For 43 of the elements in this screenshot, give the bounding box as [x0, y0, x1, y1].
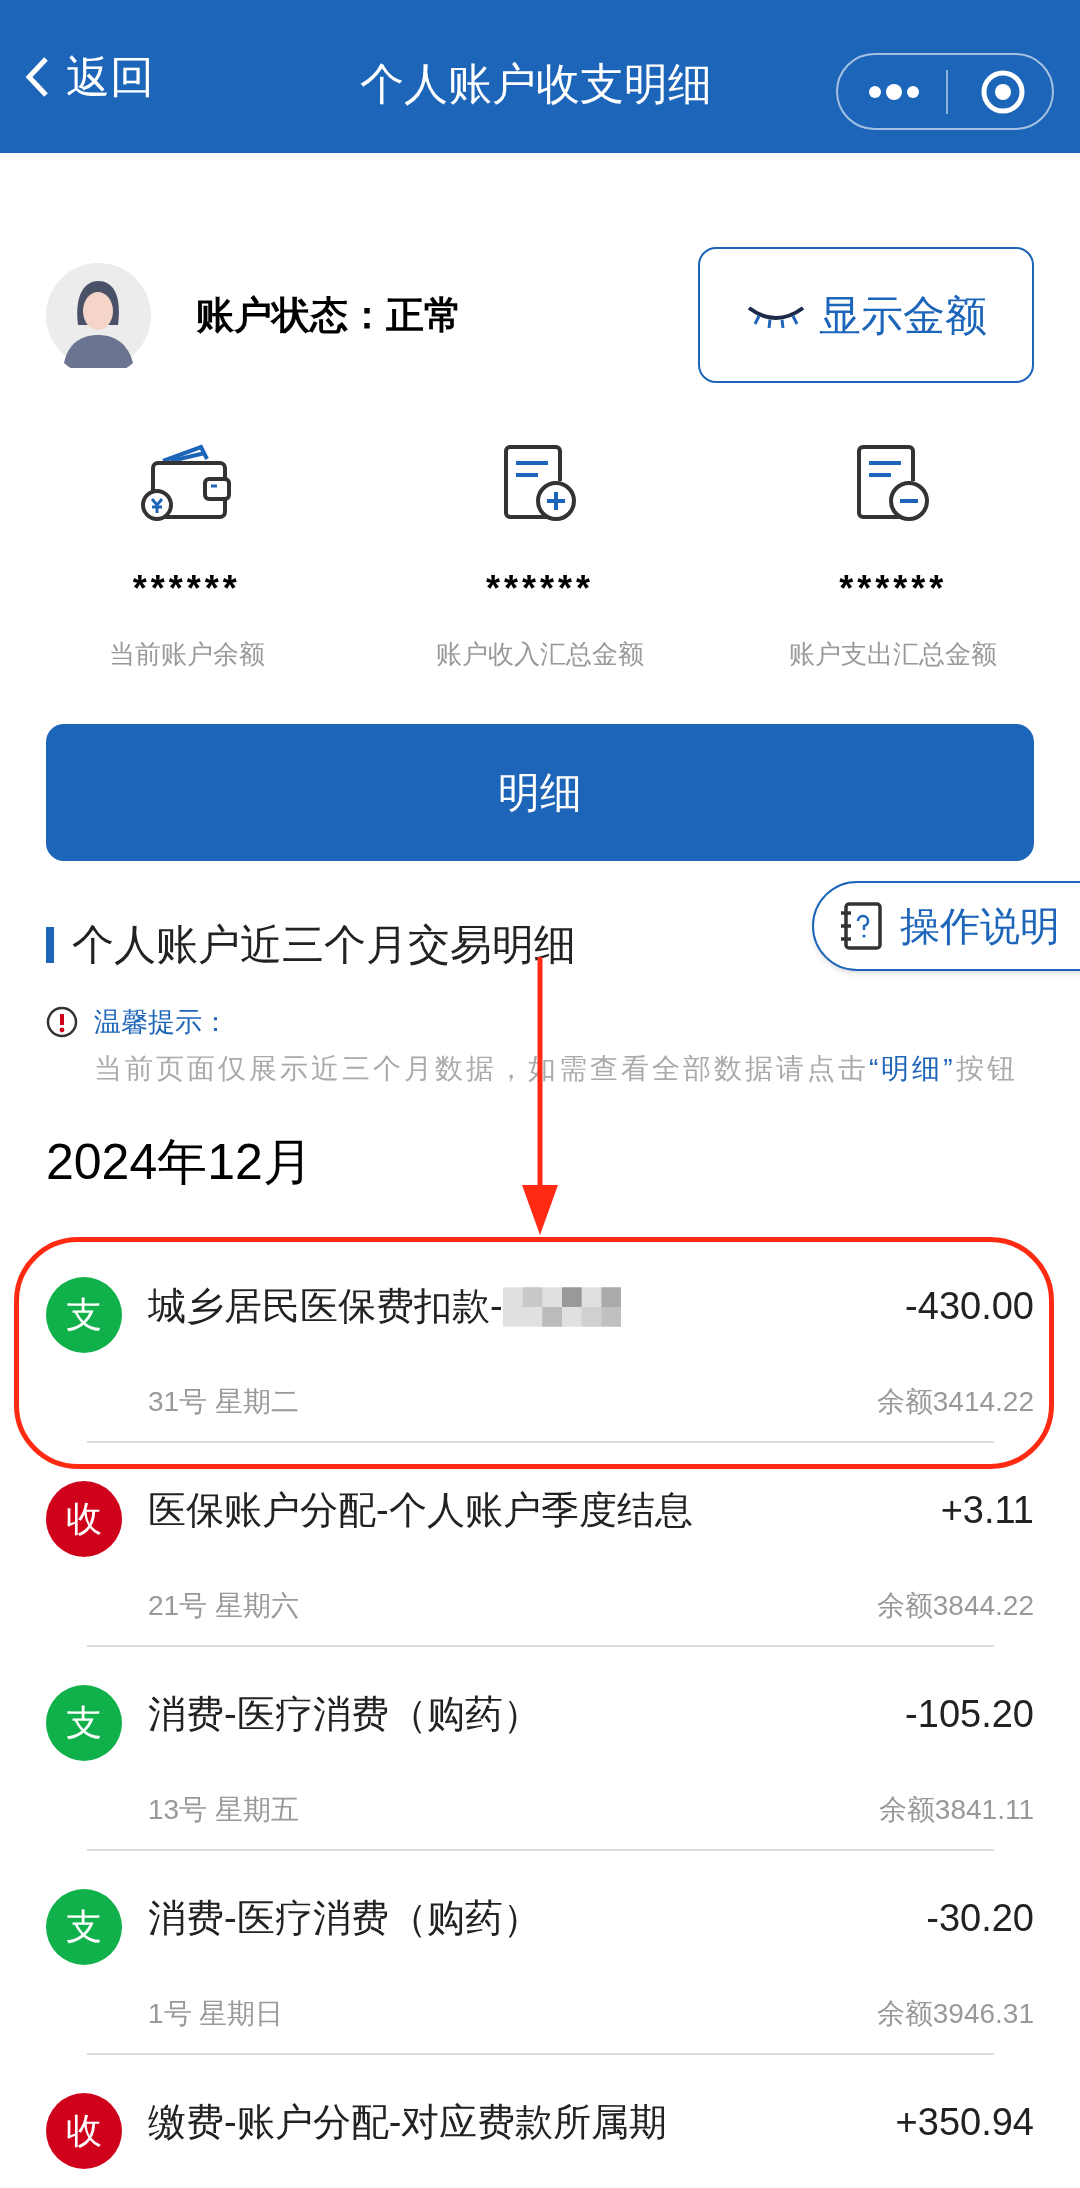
details-button[interactable]: 明细: [46, 724, 1034, 861]
masked-amount: ******: [132, 571, 241, 607]
section-title: 个人账户近三个月交易明细: [72, 924, 576, 966]
help-button[interactable]: 操作说明: [812, 881, 1080, 971]
transaction-date: 13号 星期五: [148, 1792, 299, 1827]
notice-title: 温馨提示：: [94, 1006, 229, 1039]
summary-label: 账户收入汇总金额: [436, 638, 644, 671]
section-marker: [46, 927, 54, 963]
balance-text: 余额3841.11: [878, 1792, 1034, 1827]
type-badge: 收: [46, 2092, 122, 2169]
transaction-amount: +3.11: [940, 1488, 1034, 1533]
close-target-icon[interactable]: [980, 68, 1026, 115]
transaction-date: 21号 星期六: [148, 1588, 299, 1623]
transaction-amount: -105.20: [905, 1692, 1034, 1737]
transaction-amount: -430.00: [905, 1284, 1034, 1329]
balance-text: 余额3946.31: [876, 1996, 1034, 2031]
back-button[interactable]: 返回: [24, 43, 154, 110]
transaction-title: 医保账户分配-个人账户季度结息: [148, 1488, 693, 1533]
masked-amount: ******: [485, 571, 594, 607]
month-heading: 2024年12月: [45, 1136, 314, 1187]
type-badge: 支: [46, 1276, 122, 1353]
help-book-icon: [838, 901, 884, 951]
balance-text: 余额3844.22: [876, 1588, 1034, 1623]
transaction-title: 消费-医疗消费（购药）: [148, 1896, 541, 1941]
summary-label: 当前账户余额: [108, 638, 265, 671]
transaction-title: 消费-医疗消费（购药）: [148, 1692, 541, 1737]
balance-text: 余额3414.22: [876, 1384, 1034, 1419]
transaction-title: 城乡居民医保费扣款-: [148, 1284, 503, 1329]
transaction-date: 1号 星期日: [148, 1996, 284, 2031]
type-badge: 支: [46, 1684, 122, 1761]
type-badge: 支: [46, 1888, 122, 1965]
transaction-amount: +350.94: [895, 2100, 1034, 2145]
more-icon[interactable]: [868, 83, 920, 100]
type-badge: 收: [46, 1480, 122, 1557]
transaction-title: 缴费-账户分配-对应费款所属期: [148, 2100, 668, 2145]
account-status: 账户状态：正常: [196, 292, 462, 338]
warning-icon: [46, 1006, 78, 1039]
summary-label: 账户支出汇总金额: [789, 638, 998, 671]
transaction-amount: -30.20: [926, 1896, 1034, 1941]
transaction-date: 31号 星期二: [148, 1384, 299, 1419]
page-title: 个人账户收支明细: [360, 62, 712, 106]
masked-amount: ******: [839, 571, 948, 607]
show-amount-button[interactable]: 显示金额: [698, 247, 1034, 383]
